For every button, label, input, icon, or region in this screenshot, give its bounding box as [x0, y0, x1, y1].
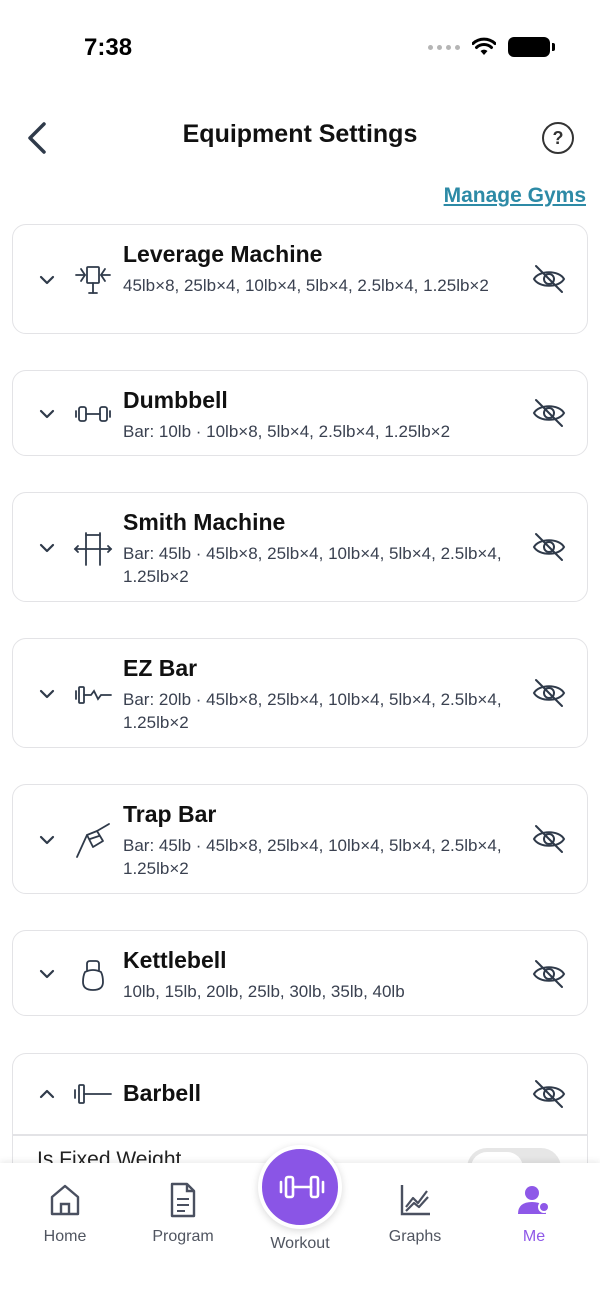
equipment-weights: 10lb, 15lb, 20lb, 25lb, 30lb, 35lb, 40lb [123, 982, 405, 1001]
divider [13, 1134, 587, 1136]
eye-off-icon[interactable] [531, 956, 567, 992]
profile-icon [518, 1186, 550, 1214]
eye-off-icon[interactable] [531, 1076, 567, 1112]
equipment-weights: Bar: 45lb · 45lb×8, 25lb×4, 10lb×4, 5lb×… [123, 836, 502, 878]
tab-label: Me [522, 1228, 546, 1245]
chevron-down-icon[interactable] [37, 684, 57, 704]
smith-machine-icon [73, 532, 113, 566]
tab-me[interactable]: Me [484, 1163, 584, 1246]
equipment-card-ez-bar[interactable]: EZ Bar Bar: 20lb · 45lb×8, 25lb×4, 10lb×… [12, 638, 588, 748]
eye-off-icon[interactable] [531, 261, 567, 297]
tab-label: Graphs [388, 1228, 442, 1245]
equipment-weights: Bar: 20lb · 45lb×8, 25lb×4, 10lb×4, 5lb×… [123, 690, 502, 732]
equipment-name: Trap Bar [123, 801, 217, 827]
equipment-name: Kettlebell [123, 947, 227, 973]
tab-bar: Home Program Workout Graphs Me [0, 1145, 600, 1304]
ez-bar-icon [75, 686, 112, 704]
equipment-weights: Bar: 45lb · 45lb×8, 25lb×4, 10lb×4, 5lb×… [123, 544, 502, 586]
eye-off-icon[interactable] [531, 675, 567, 711]
tab-label: Program [152, 1228, 214, 1245]
page-title: Equipment Settings [182, 120, 418, 148]
chevron-up-icon[interactable] [37, 1084, 57, 1104]
equipment-weights: 45lb×8, 25lb×4, 10lb×4, 5lb×4, 2.5lb×4, … [123, 276, 489, 295]
equipment-card-leverage-machine[interactable]: Leverage Machine 45lb×8, 25lb×4, 10lb×4,… [12, 224, 588, 334]
status-time: 7:38 [84, 34, 133, 61]
equipment-name: EZ Bar [123, 655, 198, 681]
tab-graphs[interactable]: Graphs [365, 1163, 465, 1246]
equipment-card-dumbbell[interactable]: Dumbbell Bar: 10lb · 10lb×8, 5lb×4, 2.5l… [12, 370, 588, 456]
equipment-weights: Bar: 10lb · 10lb×8, 5lb×4, 2.5lb×4, 1.25… [123, 422, 451, 441]
graph-icon [400, 1185, 430, 1216]
equipment-name: Barbell [123, 1080, 201, 1106]
equipment-card-kettlebell[interactable]: Kettlebell 10lb, 15lb, 20lb, 25lb, 30lb,… [12, 930, 588, 1016]
battery-icon [508, 37, 555, 57]
leverage-machine-icon [75, 266, 111, 294]
tab-label: Home [43, 1228, 87, 1245]
wifi-icon [472, 37, 496, 55]
equipment-name: Smith Machine [123, 509, 286, 535]
kettlebell-icon [82, 960, 104, 991]
tab-program[interactable]: Program [133, 1163, 233, 1246]
eye-off-icon[interactable] [531, 529, 567, 565]
home-icon [50, 1184, 80, 1216]
eye-off-icon[interactable] [531, 395, 567, 431]
cellular-signal-icon [428, 44, 460, 50]
chevron-down-icon[interactable] [37, 270, 57, 290]
tab-label: Workout [270, 1235, 330, 1252]
trap-bar-icon [76, 823, 110, 858]
chevron-down-icon[interactable] [37, 830, 57, 850]
workout-button[interactable] [258, 1145, 342, 1229]
barbell-icon [74, 1084, 112, 1104]
eye-off-icon[interactable] [531, 821, 567, 857]
equipment-name: Leverage Machine [123, 241, 323, 267]
equipment-card-smith-machine[interactable]: Smith Machine Bar: 45lb · 45lb×8, 25lb×4… [12, 492, 588, 602]
chevron-down-icon[interactable] [37, 404, 57, 424]
tab-home[interactable]: Home [15, 1163, 115, 1246]
header: Equipment Settings ? [0, 110, 600, 166]
status-icons [428, 37, 555, 57]
status-bar: 7:38 [0, 0, 600, 96]
dumbbell-icon [279, 1175, 325, 1199]
manage-gyms-link[interactable]: Manage Gyms [444, 184, 586, 208]
document-icon [170, 1182, 196, 1218]
help-button[interactable]: ? [542, 122, 574, 154]
dumbbell-icon [75, 406, 111, 422]
chevron-down-icon[interactable] [37, 538, 57, 558]
chevron-down-icon[interactable] [37, 964, 57, 984]
equipment-name: Dumbbell [123, 387, 228, 413]
equipment-card-trap-bar[interactable]: Trap Bar Bar: 45lb · 45lb×8, 25lb×4, 10l… [12, 784, 588, 894]
